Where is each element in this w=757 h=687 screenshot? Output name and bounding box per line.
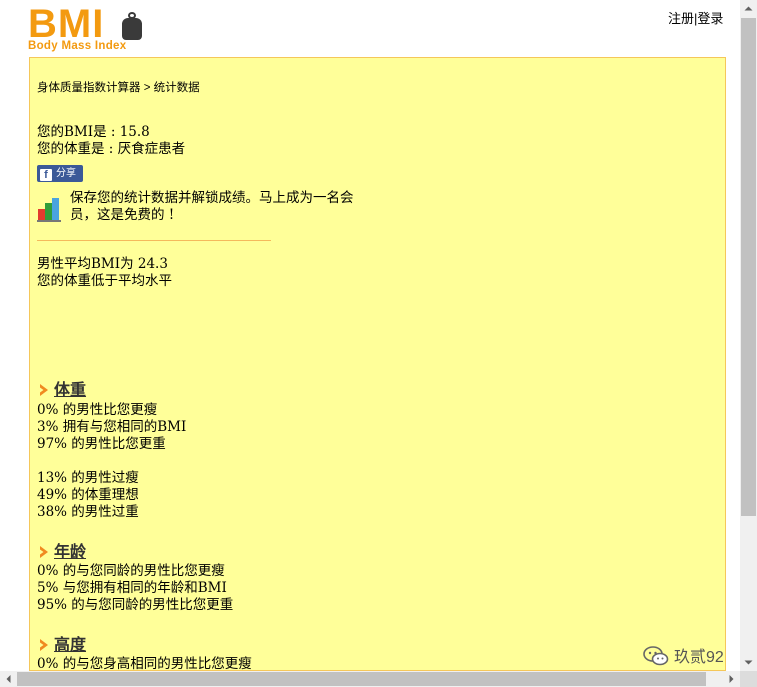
average-comparison: 您的体重低于平均水平 [37,273,172,289]
section-age-title[interactable]: 年龄 [54,542,86,561]
horizontal-scrollbar[interactable] [0,671,740,687]
section-age-header: 年龄 [37,538,86,562]
weight-stat-1: 0% 的男性比您更瘦 [37,402,158,418]
scroll-down-icon[interactable] [740,654,757,671]
scroll-right-icon[interactable] [723,671,740,687]
account-links: 注册|登录 [668,8,723,27]
vertical-scroll-thumb[interactable] [741,18,756,516]
age-stat-1: 0% 的与您同龄的男性比您更瘦 [37,563,225,579]
section-height-header: 高度 [37,631,86,655]
weight-stat-2: 3% 拥有与您相同的BMI [37,419,187,435]
breadcrumb-home[interactable]: 身体质量指数计算器 [37,82,141,94]
facebook-icon: f [40,169,52,181]
weight-stat-4: 13% 的男性过瘦 [37,470,139,486]
section-height-title[interactable]: 高度 [54,635,86,654]
scroll-up-icon[interactable] [740,0,757,17]
bmi-logo[interactable]: BMI Body Mass Index [28,2,148,54]
breadcrumb-current: 统计数据 [153,82,200,94]
weight-category: 您的体重是 : 厌食症患者 [37,141,186,157]
watermark-text: 玖贰92 [674,649,724,666]
scrollbar-corner [740,671,757,687]
kettlebell-icon [122,12,142,40]
height-stat-1: 0% 的与您身高相同的男性比您更瘦 [37,656,252,671]
membership-promo: 保存您的统计数据并解锁成绩。马上成为一名会员，这是免费的 ! [70,190,354,223]
horizontal-scroll-thumb[interactable] [17,672,706,686]
chevron-right-icon [40,639,48,651]
statistics-panel: 身体质量指数计算器 > 统计数据 您的BMI是 : 15.8 您的体重是 : 厌… [29,57,726,671]
bar-chart-icon [37,198,61,222]
average-bmi: 男性平均BMI为 24.3 [37,256,168,272]
age-stat-3: 95% 的与您同龄的男性比您更重 [37,597,234,613]
weight-stat-5: 49% 的体重理想 [37,487,139,503]
weight-stat-3: 97% 的男性比您更重 [37,436,166,452]
vertical-scrollbar[interactable] [740,0,757,671]
facebook-share-button[interactable]: f 分享 [37,165,83,182]
share-label: 分享 [56,168,76,179]
wechat-icon [643,646,669,666]
breadcrumb: 身体质量指数计算器 > 统计数据 [37,79,200,95]
weight-stat-6: 38% 的男性过重 [37,504,139,520]
section-weight-title[interactable]: 体重 [54,380,86,399]
bmi-result: 您的BMI是 : 15.8 [37,124,150,140]
chevron-right-icon [40,546,48,558]
login-link[interactable]: 登录 [697,11,723,26]
divider [37,240,271,241]
scroll-left-icon[interactable] [0,671,17,687]
register-link[interactable]: 注册 [668,11,694,26]
section-weight-header: 体重 [37,376,86,400]
age-stat-2: 5% 与您拥有相同的年龄和BMI [37,580,227,596]
breadcrumb-separator: > [140,82,154,94]
watermark: 玖贰92 [643,643,724,667]
chevron-right-icon [40,384,48,396]
logo-subtitle: Body Mass Index [28,40,127,52]
